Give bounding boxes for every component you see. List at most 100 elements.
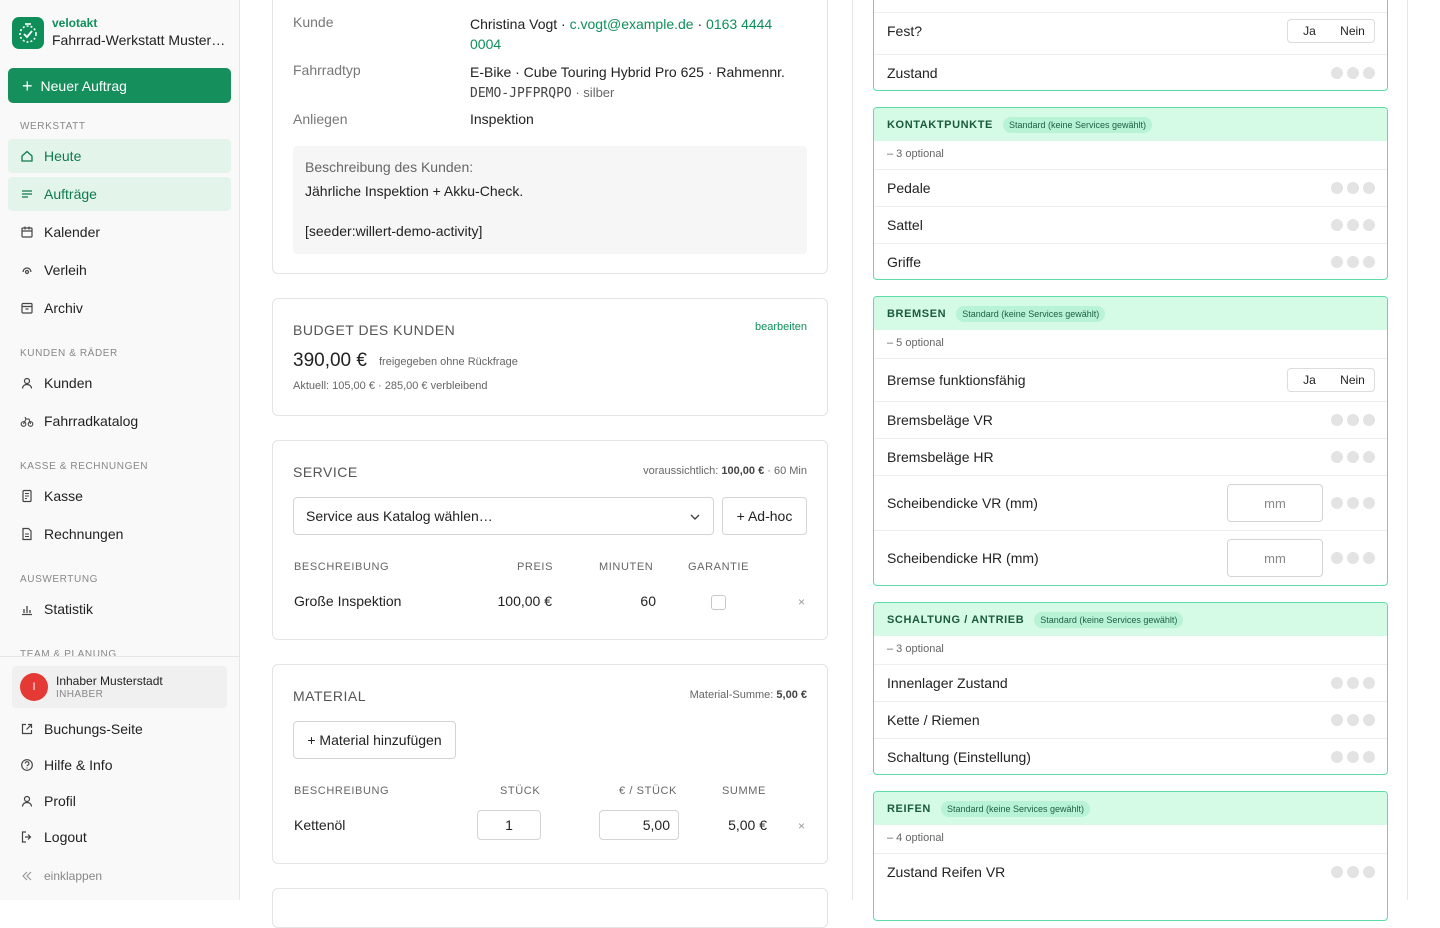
remove-service-button[interactable]: × [798, 595, 805, 609]
status-dot[interactable] [1363, 677, 1375, 689]
status-dot[interactable] [1331, 552, 1343, 564]
status-dot[interactable] [1347, 256, 1359, 268]
sidebar-item-buchungs-seite[interactable]: Buchungs-Seite [8, 712, 231, 746]
status-dot[interactable] [1347, 451, 1359, 463]
status-dot[interactable] [1347, 67, 1359, 79]
status-dots[interactable] [1331, 677, 1375, 689]
new-order-button[interactable]: + Neuer Auftrag [8, 68, 231, 103]
checklist-row-label: Zustand [887, 65, 938, 81]
remove-material-button[interactable]: × [798, 819, 805, 833]
avatar: I [20, 673, 48, 701]
quantity-input[interactable]: 1 [477, 810, 541, 840]
customer-phone-link-cont[interactable]: 0004 [470, 36, 501, 52]
adhoc-button[interactable]: + Ad-hoc [722, 497, 807, 535]
sidebar-item-label: Statistik [44, 601, 94, 617]
status-dots[interactable] [1331, 182, 1375, 194]
material-description: Kettenöl [294, 817, 346, 833]
group-header[interactable]: SCHALTUNG / ANTRIEB Standard (keine Servi… [874, 603, 1387, 636]
sidebar-item-fahrradkatalog[interactable]: Fahrradkatalog [8, 404, 231, 438]
sidebar-item-kunden[interactable]: Kunden [8, 366, 231, 400]
status-dot[interactable] [1363, 182, 1375, 194]
status-dot[interactable] [1331, 414, 1343, 426]
status-dots[interactable] [1331, 219, 1375, 231]
status-dot[interactable] [1347, 751, 1359, 763]
warranty-checkbox[interactable] [711, 595, 726, 610]
sidebar-item-rechnungen[interactable]: Rechnungen [8, 517, 231, 551]
status-dot[interactable] [1363, 414, 1375, 426]
status-dot[interactable] [1331, 677, 1343, 689]
sidebar-item-kalender[interactable]: Kalender [8, 215, 231, 249]
unit-price-input[interactable]: 5,00 [599, 810, 679, 840]
sidebar-item-auftraege[interactable]: Aufträge [8, 177, 231, 211]
status-dot[interactable] [1347, 866, 1359, 878]
disc-thickness-input[interactable]: mm [1227, 539, 1323, 577]
invoice-icon [20, 527, 34, 541]
user-card[interactable]: I Inhaber Musterstadt INHABER [12, 666, 227, 708]
status-dots[interactable] [1331, 451, 1375, 463]
chart-icon [20, 602, 34, 616]
sidebar-item-kasse[interactable]: Kasse [8, 479, 231, 513]
status-dot[interactable] [1363, 451, 1375, 463]
status-dot[interactable] [1363, 67, 1375, 79]
status-dot[interactable] [1347, 677, 1359, 689]
status-dots[interactable] [1331, 751, 1375, 763]
status-dot[interactable] [1347, 714, 1359, 726]
brand[interactable]: velotakt Fahrrad-Werkstatt Musterstadt [12, 16, 228, 50]
status-dots[interactable] [1331, 552, 1375, 564]
status-dot[interactable] [1331, 751, 1343, 763]
customer-phone-link[interactable]: 0163 4444 [706, 16, 772, 32]
status-dot[interactable] [1331, 866, 1343, 878]
status-dot[interactable] [1347, 414, 1359, 426]
sidebar-item-logout[interactable]: Logout [8, 820, 231, 854]
sidebar-item-archiv[interactable]: Archiv [8, 291, 231, 325]
status-dot[interactable] [1331, 497, 1343, 509]
status-dot[interactable] [1363, 751, 1375, 763]
sidebar-item-statistik[interactable]: Statistik [8, 592, 231, 626]
status-dot[interactable] [1347, 182, 1359, 194]
status-dot[interactable] [1331, 451, 1343, 463]
status-dot[interactable] [1331, 219, 1343, 231]
status-dots[interactable] [1331, 497, 1375, 509]
yes-no-toggle[interactable]: Ja Nein [1287, 368, 1375, 392]
sidebar-item-hilfe[interactable]: Hilfe & Info [8, 748, 231, 782]
no-option[interactable]: Nein [1331, 373, 1374, 387]
status-dot[interactable] [1347, 219, 1359, 231]
sidebar-item-profil[interactable]: Profil [8, 784, 231, 818]
status-dots[interactable] [1331, 866, 1375, 878]
group-header[interactable]: REIFEN Standard (keine Services gewählt) [874, 792, 1387, 825]
sidebar-item-verleih[interactable]: Verleih [8, 253, 231, 287]
service-catalog-select[interactable]: Service aus Katalog wählen… [293, 497, 714, 535]
status-dots[interactable] [1331, 714, 1375, 726]
no-option[interactable]: Nein [1331, 24, 1374, 38]
yes-option[interactable]: Ja [1288, 24, 1331, 38]
status-dot[interactable] [1331, 182, 1343, 194]
status-dot[interactable] [1363, 219, 1375, 231]
group-header[interactable]: KONTAKTPUNKTE Standard (keine Services ge… [874, 108, 1387, 141]
divider [0, 656, 239, 657]
disc-thickness-input[interactable]: mm [1227, 484, 1323, 522]
add-material-button[interactable]: + Material hinzufügen [293, 721, 456, 759]
status-dot[interactable] [1331, 67, 1343, 79]
home-icon [20, 149, 34, 163]
status-dots[interactable] [1331, 256, 1375, 268]
status-dot[interactable] [1331, 714, 1343, 726]
budget-edit-link[interactable]: bearbeiten [755, 321, 807, 333]
group-tag: Standard (keine Services gewählt) [1002, 116, 1153, 133]
status-dot[interactable] [1347, 552, 1359, 564]
yes-option[interactable]: Ja [1288, 373, 1331, 387]
status-dot[interactable] [1363, 497, 1375, 509]
status-dot[interactable] [1363, 866, 1375, 878]
sidebar-item-label: Fahrradkatalog [44, 413, 139, 429]
status-dots[interactable] [1331, 67, 1375, 79]
status-dot[interactable] [1347, 497, 1359, 509]
group-header[interactable]: BREMSEN Standard (keine Services gewählt) [874, 297, 1387, 330]
status-dot[interactable] [1331, 256, 1343, 268]
status-dots[interactable] [1331, 414, 1375, 426]
status-dot[interactable] [1363, 714, 1375, 726]
status-dot[interactable] [1363, 256, 1375, 268]
customer-email-link[interactable]: c.vogt@example.de [570, 16, 694, 32]
yes-no-toggle[interactable]: Ja Nein [1287, 19, 1375, 43]
collapse-button[interactable]: einklappen [8, 859, 231, 893]
status-dot[interactable] [1363, 552, 1375, 564]
sidebar-item-heute[interactable]: Heute [8, 139, 231, 173]
